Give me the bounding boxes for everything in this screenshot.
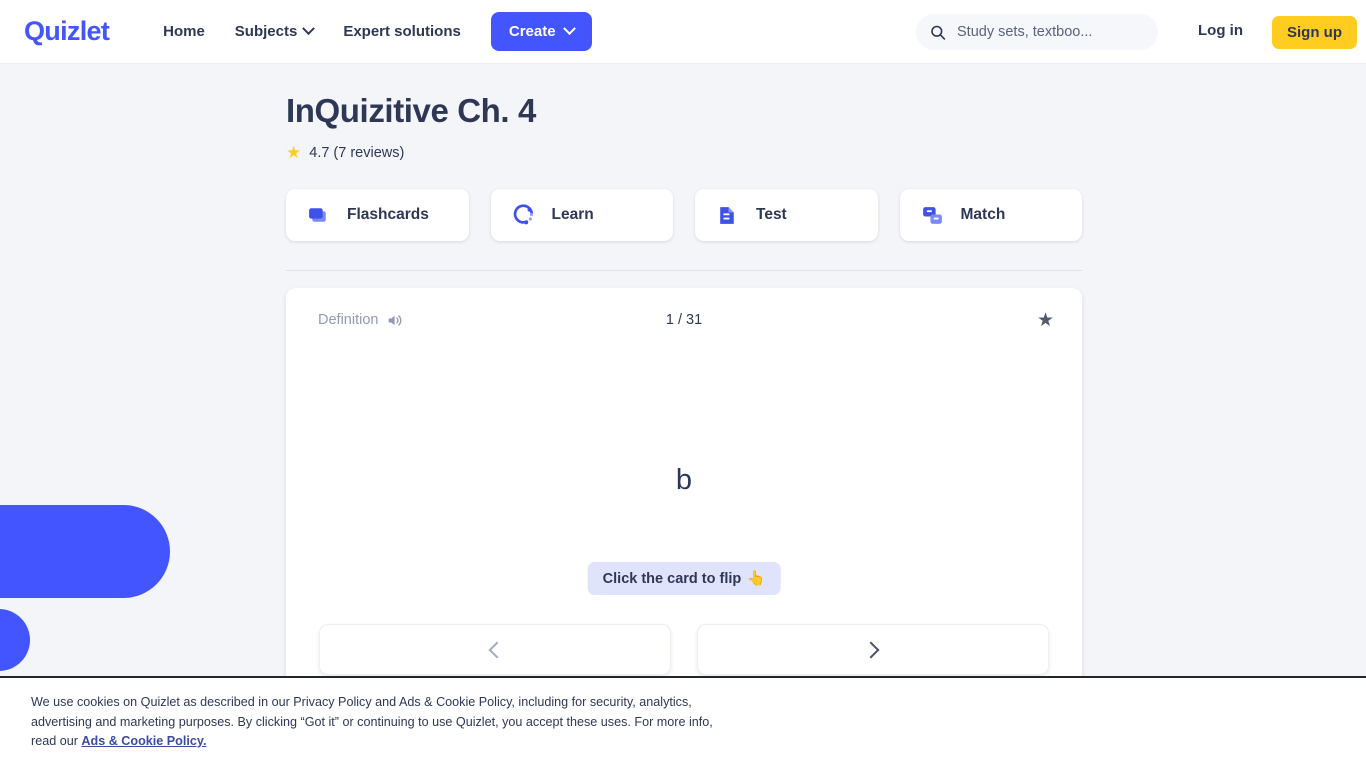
create-button-label: Create [508, 23, 556, 40]
chevron-down-icon [302, 22, 316, 36]
chevron-down-icon [562, 22, 576, 36]
mode-label-test: Test [756, 206, 787, 223]
nav-item-subjects[interactable]: Subjects [223, 14, 326, 49]
mode-button-flashcards[interactable]: Flashcards [286, 189, 469, 241]
match-icon [922, 206, 942, 224]
flip-card-hint: Click the card to flip 👆 [587, 562, 781, 595]
section-divider [286, 270, 1082, 271]
cookie-banner-text: We use cookies on Quizlet as described i… [31, 693, 731, 752]
mode-label-match: Match [960, 206, 1006, 223]
flashcard-term-text: b [675, 464, 693, 496]
search-icon [931, 25, 946, 40]
previous-card-button[interactable] [319, 624, 671, 675]
search-box[interactable] [916, 14, 1158, 50]
nav-item-expert-solutions[interactable]: Expert solutions [331, 14, 473, 49]
nav-item-subjects-label: Subjects [234, 23, 298, 40]
flashcard-panel[interactable]: Definition 1 / 31 ★ b Click the card to … [286, 288, 1082, 688]
pointing-hand-icon: 👆 [747, 571, 766, 587]
top-navigation-bar: Quizlet Home Subjects Expert solutions C… [0, 0, 1366, 64]
mode-button-learn[interactable]: Learn [490, 189, 673, 241]
create-button[interactable]: Create [490, 12, 592, 51]
decorative-blue-circle [0, 609, 30, 671]
main-nav: Home Subjects Expert solutions Create [151, 12, 592, 51]
main-content: InQuizitive Ch. 4 ★ 4.7 (7 reviews) Flas… [286, 64, 1082, 688]
study-modes: Flashcards Learn Test Match [286, 189, 1082, 241]
nav-item-expert-solutions-label: Expert solutions [343, 23, 461, 40]
rating-text: 4.7 (7 reviews) [309, 144, 405, 161]
rating-row: ★ 4.7 (7 reviews) [286, 144, 1082, 161]
mode-button-match[interactable]: Match [899, 189, 1082, 241]
next-card-button[interactable] [697, 624, 1049, 675]
signup-button[interactable]: Sign up [1272, 16, 1357, 49]
quizlet-logo[interactable]: Quizlet [24, 16, 110, 47]
nav-item-home-label: Home [163, 23, 205, 40]
login-link[interactable]: Log in [1198, 22, 1243, 39]
search-input[interactable] [957, 24, 1144, 40]
chevron-right-icon [862, 641, 880, 658]
flashcards-icon [309, 207, 326, 222]
learn-icon [513, 203, 533, 224]
page-title: InQuizitive Ch. 4 [286, 92, 536, 129]
mode-button-test[interactable]: Test [695, 189, 878, 241]
card-counter: 1 / 31 [665, 312, 703, 328]
ads-cookie-policy-link[interactable]: Ads & Cookie Policy. [81, 734, 206, 748]
decorative-blue-pill [0, 505, 170, 598]
mode-label-learn: Learn [551, 206, 594, 223]
cookie-consent-banner: We use cookies on Quizlet as described i… [0, 676, 1366, 768]
flashcard-header: Definition 1 / 31 ★ [286, 288, 1082, 352]
card-navigation [319, 624, 1049, 675]
nav-item-home[interactable]: Home [151, 14, 217, 49]
star-icon: ★ [286, 143, 302, 162]
flip-card-hint-label: Click the card to flip [602, 570, 742, 587]
mode-label-flashcards: Flashcards [347, 206, 429, 223]
favorite-star-button[interactable]: ★ [1037, 311, 1054, 330]
chevron-left-icon [488, 641, 506, 658]
test-icon [720, 206, 734, 224]
